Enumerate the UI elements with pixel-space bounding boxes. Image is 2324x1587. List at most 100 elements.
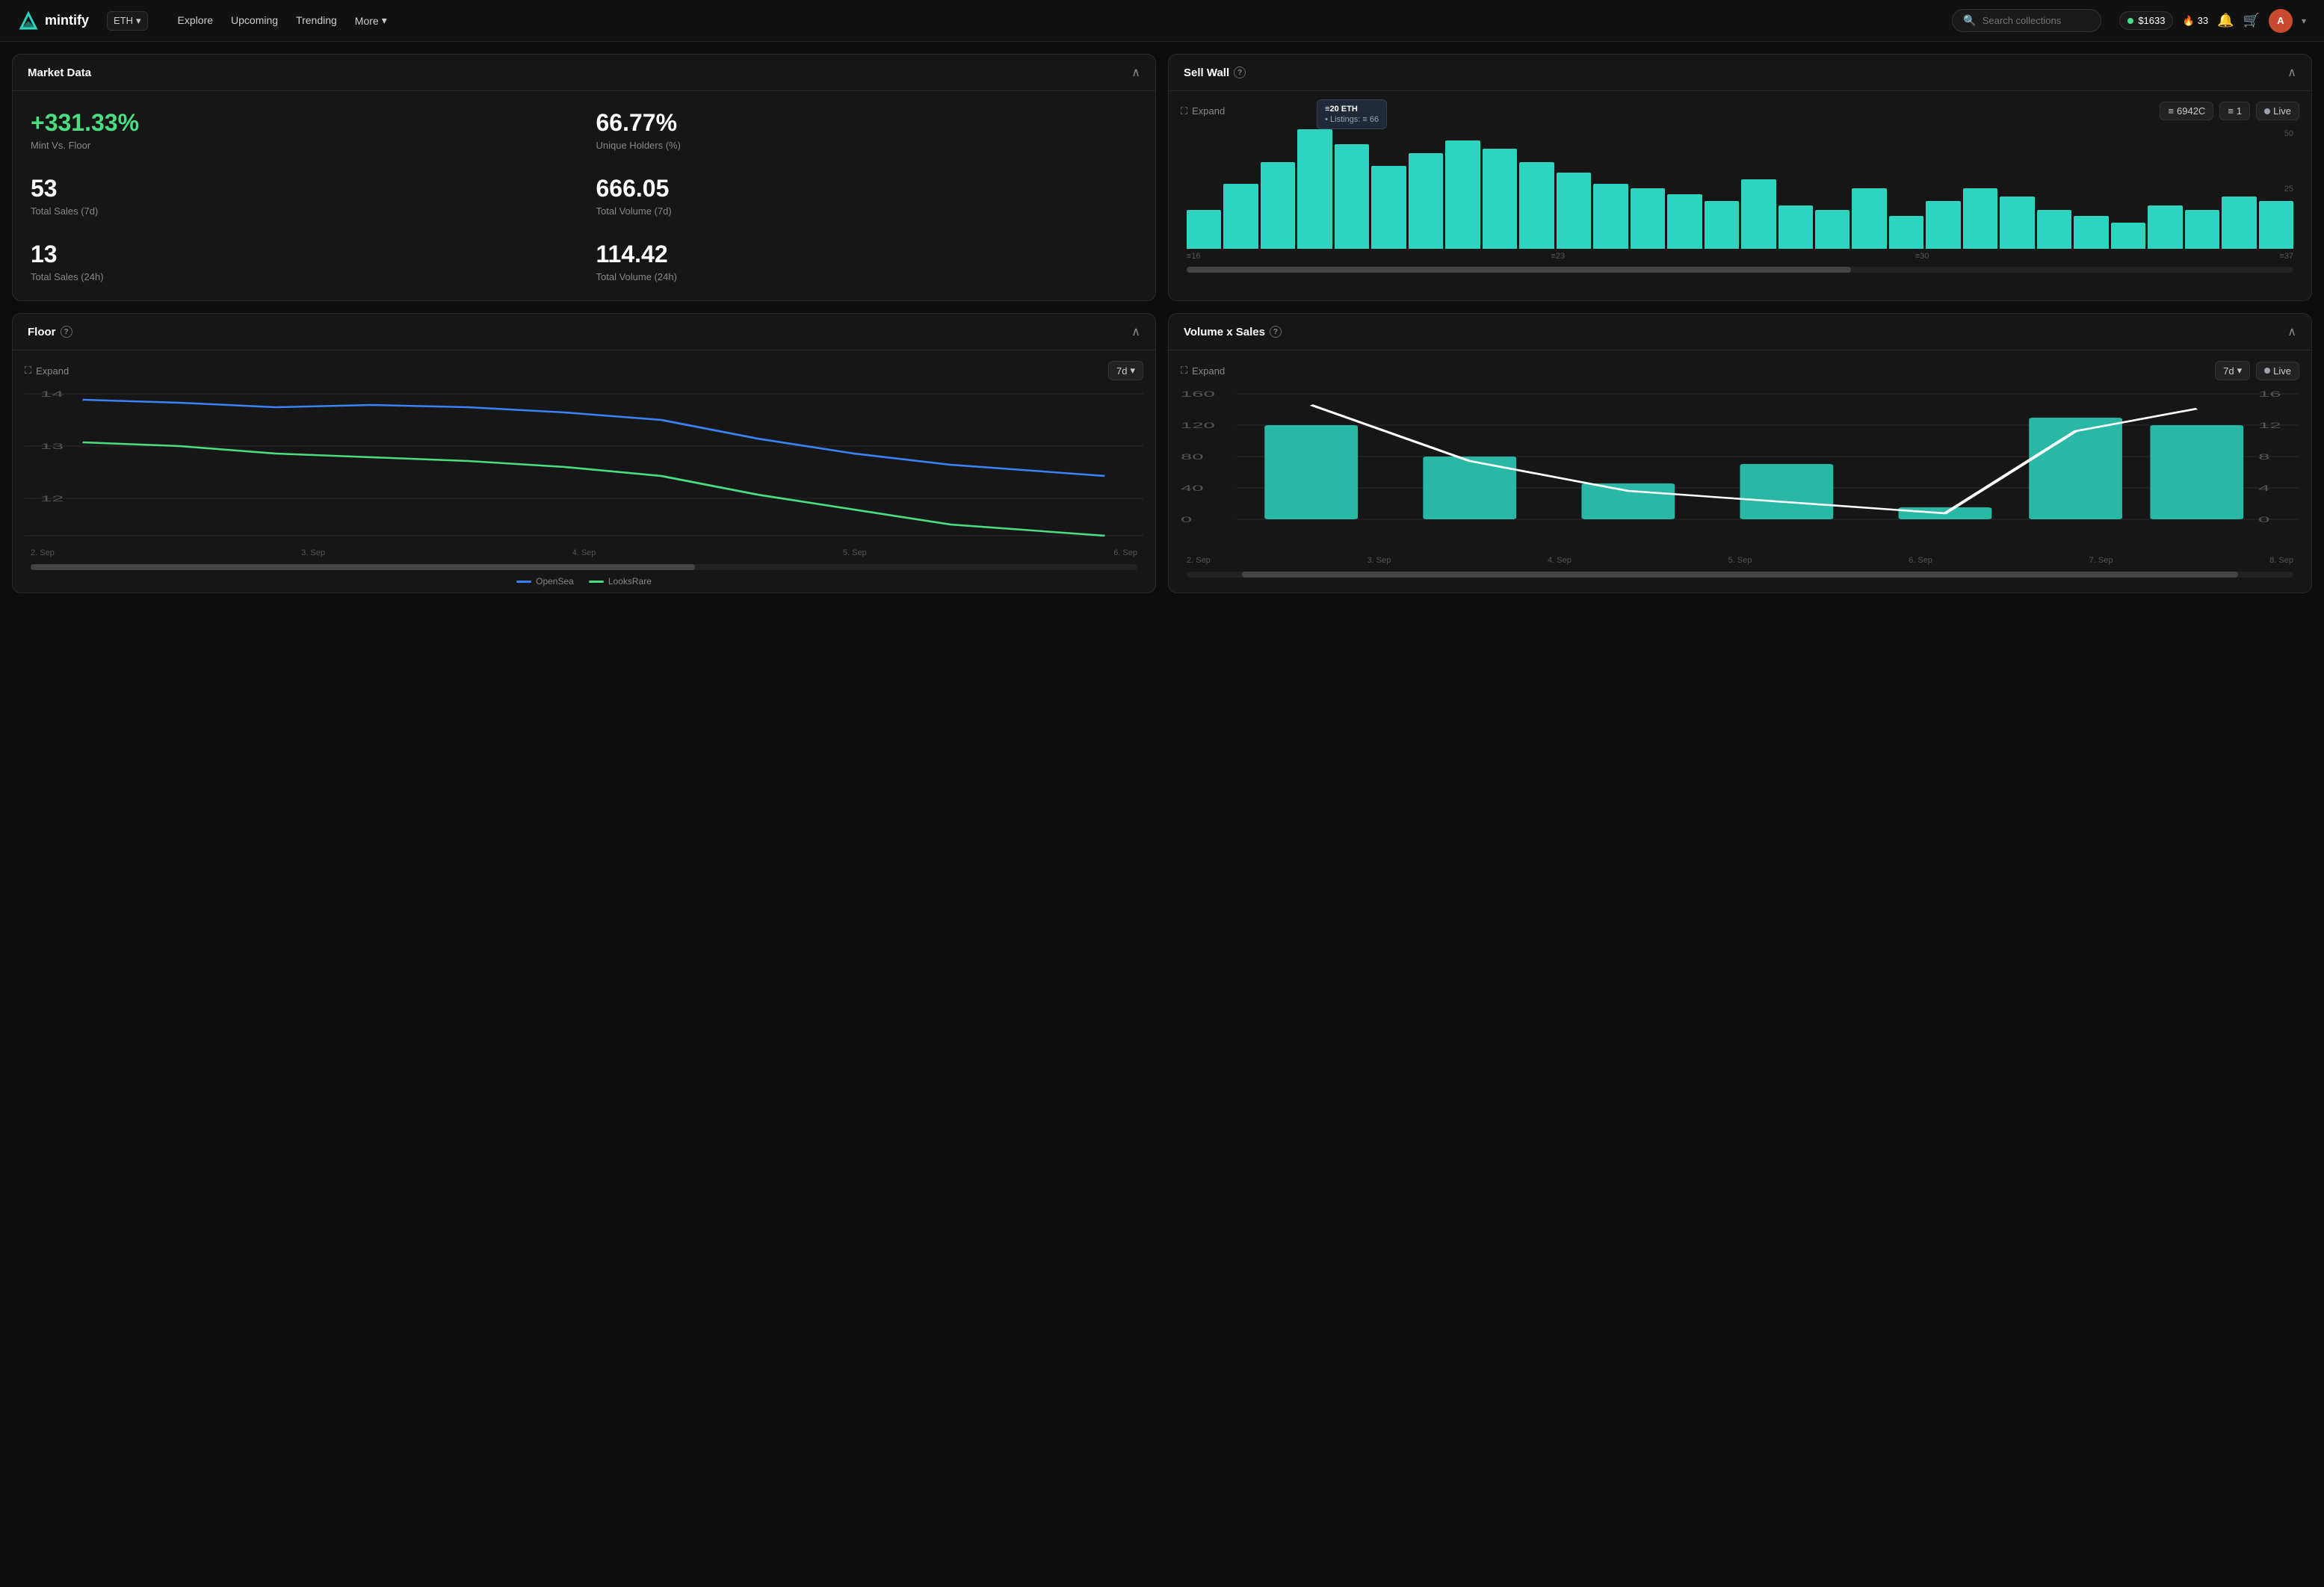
- stat-value-total-volume-7d: 666.05: [596, 175, 1138, 202]
- search-icon: 🔍: [1963, 14, 1976, 27]
- sell-wall-bar[interactable]: [1852, 188, 1886, 249]
- stat-label-total-volume-7d: Total Volume (7d): [596, 205, 1138, 217]
- live-dot: [2264, 108, 2270, 114]
- market-data-collapse-button[interactable]: ∧: [1131, 65, 1140, 80]
- floor-legend: OpenSea LooksRare: [25, 576, 1143, 587]
- floor-chart: 14 13 12 2. Sep 3. Sep 4. Sep 5. Sep 6. …: [25, 386, 1143, 558]
- volume-sales-period-button[interactable]: 7d ▾: [2215, 361, 2250, 380]
- floor-help-icon[interactable]: ?: [61, 326, 72, 338]
- avatar[interactable]: A: [2269, 9, 2293, 33]
- search-input[interactable]: [1982, 15, 2087, 26]
- sell-wall-bar[interactable]: [2185, 210, 2219, 249]
- sell-wall-scrollbar-thumb[interactable]: [1187, 267, 1851, 273]
- logo[interactable]: mintify: [18, 10, 89, 31]
- floor-collapse-button[interactable]: ∧: [1131, 324, 1140, 339]
- sell-wall-bar[interactable]: [2111, 223, 2145, 249]
- sell-wall-bar[interactable]: [1187, 210, 1221, 249]
- sell-wall-bar[interactable]: [1889, 216, 1923, 249]
- sell-wall-filter-btn1[interactable]: ≡ 6942C: [2160, 102, 2213, 120]
- sell-wall-bars: ≡20 ETH• Listings: ≡ 66: [1181, 129, 2299, 249]
- sell-wall-bar[interactable]: [1297, 129, 1332, 249]
- svg-text:13: 13: [40, 442, 64, 451]
- eth-label: ETH: [114, 15, 133, 26]
- nav-upcoming[interactable]: Upcoming: [231, 14, 278, 27]
- volume-sales-expand-button[interactable]: ⛶ Expand: [1181, 365, 1225, 377]
- sell-wall-bar[interactable]: [1667, 194, 1702, 249]
- nav-trending[interactable]: Trending: [296, 14, 337, 27]
- sell-wall-title: Sell Wall ?: [1184, 66, 1246, 79]
- sell-wall-help-icon[interactable]: ?: [1234, 66, 1246, 78]
- sell-wall-tooltip: ≡20 ETH• Listings: ≡ 66: [1317, 99, 1387, 129]
- stat-label-unique-holders: Unique Holders (%): [596, 140, 1138, 151]
- logo-icon: [18, 10, 39, 31]
- floor-expand-icon: ⛶: [25, 365, 31, 377]
- sell-wall-bar[interactable]: [1519, 162, 1554, 249]
- cart-icon[interactable]: 🛒: [2243, 13, 2260, 28]
- legend-looksrare: LooksRare: [589, 576, 652, 587]
- floor-toolbar: ⛶ Expand 7d ▾: [25, 361, 1143, 380]
- market-data-header: Market Data ∧: [13, 55, 1155, 91]
- svg-text:12: 12: [2258, 421, 2281, 430]
- sell-wall-bar[interactable]: [1926, 201, 1960, 249]
- search-bar[interactable]: 🔍: [1952, 9, 2101, 32]
- list-icon-2: ≡: [2228, 105, 2234, 117]
- volume-sales-collapse-button[interactable]: ∧: [2287, 324, 2296, 339]
- volume-sales-live-btn[interactable]: Live: [2256, 362, 2299, 380]
- sell-wall-bar[interactable]: [1557, 173, 1591, 249]
- stat-label-total-volume-24h: Total Volume (24h): [596, 271, 1138, 282]
- sell-wall-bar[interactable]: [1223, 184, 1258, 249]
- stat-value-total-volume-24h: 114.42: [596, 241, 1138, 268]
- more-chevron-icon: ▾: [382, 14, 387, 27]
- avatar-chevron-icon[interactable]: ▾: [2302, 16, 2306, 26]
- nav-right: $1633 🔥 33 🔔 🛒 A ▾: [2119, 9, 2306, 33]
- sell-wall-bar[interactable]: [2222, 197, 2256, 249]
- sell-wall-collapse-button[interactable]: ∧: [2287, 65, 2296, 80]
- sell-wall-bar[interactable]: [1483, 149, 1517, 249]
- svg-text:0: 0: [2258, 516, 2269, 525]
- sell-wall-bar[interactable]: [1445, 140, 1480, 249]
- sell-wall-bar[interactable]: [1261, 162, 1295, 249]
- sell-wall-bar[interactable]: [2259, 201, 2293, 249]
- market-data-panel: Market Data ∧ +331.33% Mint Vs. Floor 66…: [12, 54, 1156, 301]
- sell-wall-filter-btn2[interactable]: ≡ 1: [2219, 102, 2250, 120]
- sell-wall-bar[interactable]: [2074, 216, 2108, 249]
- sell-wall-bar[interactable]: [2148, 205, 2182, 249]
- volume-sales-x-labels: 2. Sep 3. Sep 4. Sep 5. Sep 6. Sep 7. Se…: [1181, 556, 2299, 565]
- market-data-body: +331.33% Mint Vs. Floor 66.77% Unique Ho…: [13, 91, 1155, 300]
- svg-text:120: 120: [1181, 421, 1215, 430]
- floor-scrollbar-thumb[interactable]: [31, 564, 695, 570]
- floor-expand-button[interactable]: ⛶ Expand: [25, 365, 69, 377]
- nav-explore[interactable]: Explore: [178, 14, 213, 27]
- sell-wall-bar[interactable]: [1963, 188, 1997, 249]
- floor-header: Floor ? ∧: [13, 314, 1155, 350]
- sell-wall-bar[interactable]: [1593, 184, 1628, 249]
- volume-sales-help-icon[interactable]: ?: [1270, 326, 1282, 338]
- sell-wall-bar[interactable]: [1631, 188, 1665, 249]
- sell-wall-bar[interactable]: [2037, 210, 2071, 249]
- floor-scrollbar[interactable]: [31, 564, 1137, 570]
- floor-x-labels: 2. Sep 3. Sep 4. Sep 5. Sep 6. Sep: [25, 548, 1143, 557]
- sell-wall-bar[interactable]: [1409, 153, 1443, 249]
- volume-sales-title: Volume x Sales ?: [1184, 326, 1282, 338]
- notification-icon[interactable]: 🔔: [2217, 13, 2234, 28]
- sell-wall-bar[interactable]: [1371, 166, 1406, 249]
- sell-wall-bar[interactable]: [1705, 201, 1739, 249]
- stat-label-total-sales-24h: Total Sales (24h): [31, 271, 572, 282]
- sell-wall-bar[interactable]: [2000, 197, 2034, 249]
- sell-wall-bar[interactable]: [1741, 179, 1776, 249]
- floor-period-button[interactable]: 7d ▾: [1108, 361, 1143, 380]
- navbar: mintify ETH ▾ Explore Upcoming Trending …: [0, 0, 2324, 42]
- eth-selector[interactable]: ETH ▾: [107, 11, 148, 31]
- volume-sales-scrollbar[interactable]: [1187, 572, 2293, 578]
- sell-wall-bar[interactable]: [1815, 210, 1849, 249]
- nav-more[interactable]: More ▾: [355, 14, 387, 27]
- floor-title: Floor ?: [28, 326, 72, 338]
- sell-wall-scrollbar[interactable]: [1187, 267, 2293, 273]
- volume-sales-scrollbar-thumb[interactable]: [1242, 572, 2238, 578]
- opensea-legend-dot: [516, 581, 531, 583]
- sell-wall-live-btn[interactable]: Live: [2256, 102, 2299, 120]
- sell-wall-bar[interactable]: [1778, 205, 1813, 249]
- sell-wall-bar[interactable]: ≡20 ETH• Listings: ≡ 66: [1335, 144, 1369, 249]
- svg-text:16: 16: [2258, 390, 2281, 399]
- sell-wall-expand-button[interactable]: ⛶ Expand: [1181, 105, 1225, 117]
